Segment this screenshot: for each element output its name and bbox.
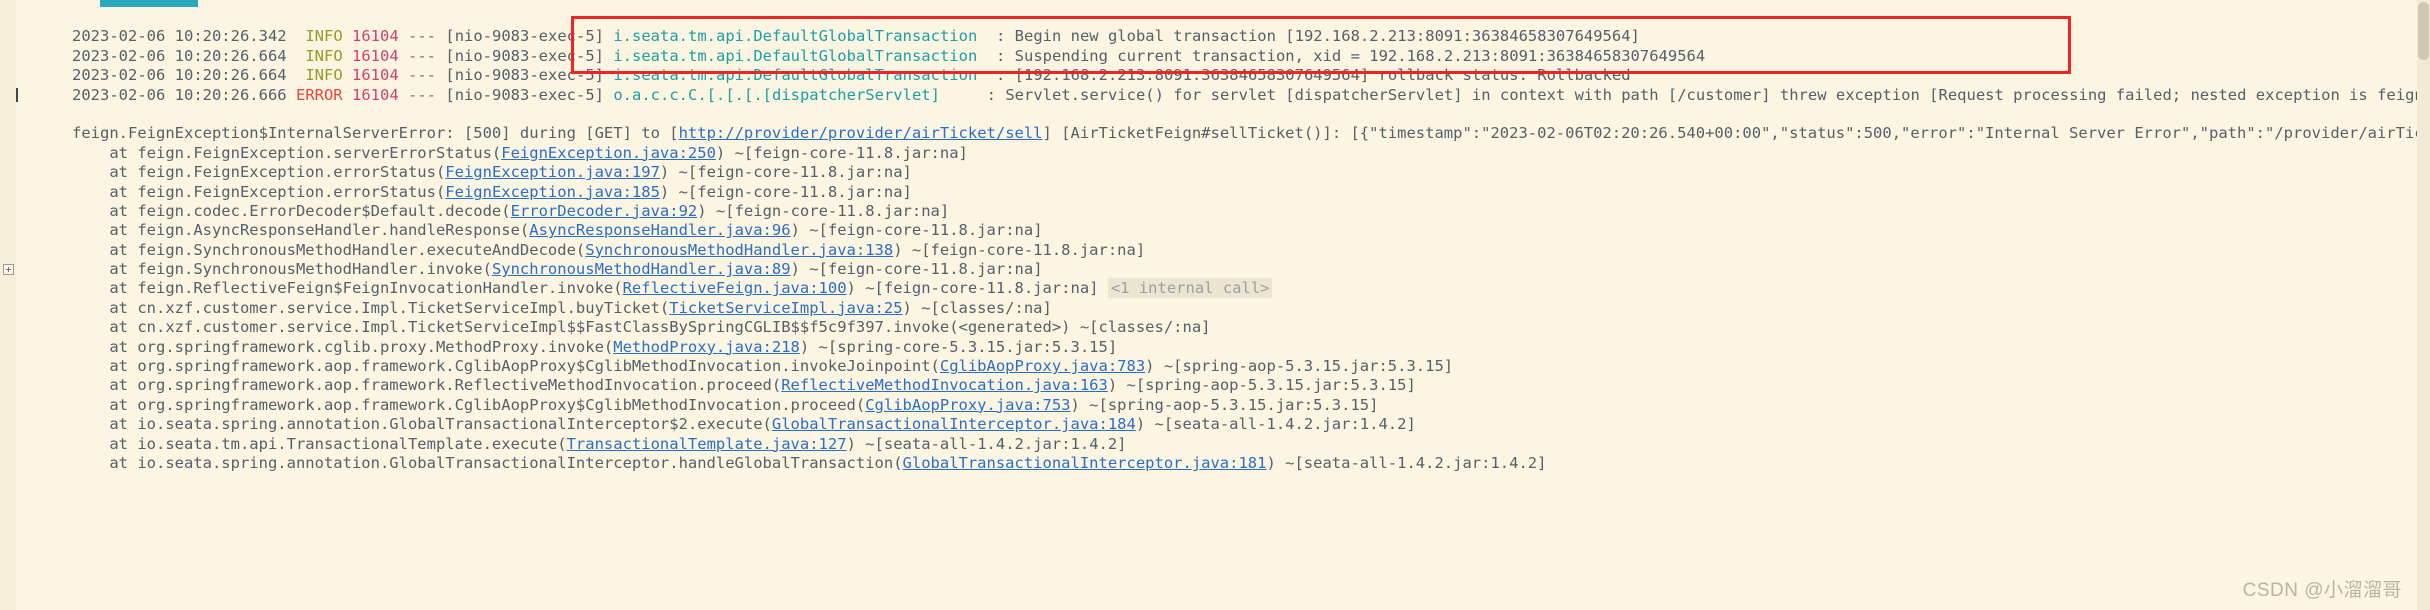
log-line[interactable]: 2023-02-06 10:20:26.664 INFO 16104 --- [… <box>0 27 2430 65</box>
csdn-watermark: CSDN @小溜溜哥 <box>2242 580 2402 601</box>
stack-frame[interactable]: at feign.FeignException.errorStatus(Feig… <box>0 163 2430 201</box>
log-line[interactable]: 2023-02-06 10:20:26.342 INFO 16104 --- [… <box>0 8 2430 45</box>
source-file-link[interactable]: GlobalTransactionalInterceptor.java:181 <box>903 454 1267 472</box>
stack-frame[interactable]: at org.springframework.cglib.proxy.Metho… <box>0 318 2430 356</box>
stack-frame[interactable]: at io.seata.spring.annotation.GlobalTran… <box>0 435 2430 472</box>
stack-frame-expandable[interactable]: at feign.ReflectiveFeign$FeignInvocation… <box>0 260 2430 299</box>
log-line[interactable]: 2023-02-06 10:20:26.664 INFO 16104 --- [… <box>0 47 2430 84</box>
stack-frame[interactable]: at feign.FeignException.serverErrorStatu… <box>0 124 2430 162</box>
stack-frame[interactable]: at cn.xzf.customer.service.Impl.TicketSe… <box>0 299 2430 336</box>
console-log-panel[interactable]: 2023-02-06 10:20:26.342 INFO 16104 --- [… <box>0 0 2430 610</box>
stack-frame[interactable]: at feign.FeignException.errorStatus(Feig… <box>0 144 2430 181</box>
stack-frame[interactable]: at feign.AsyncResponseHandler.handleResp… <box>0 202 2430 239</box>
vertical-scrollbar[interactable] <box>2417 0 2430 610</box>
scrollbar-thumb[interactable] <box>2418 2 2429 60</box>
stack-frame[interactable]: at io.seata.tm.api.TransactionalTemplate… <box>0 415 2430 453</box>
log-output[interactable]: 2023-02-06 10:20:26.342 INFO 16104 --- [… <box>0 0 2430 472</box>
text-caret <box>16 87 18 102</box>
expand-internal-calls-icon[interactable] <box>3 264 14 276</box>
stack-frame[interactable]: at org.springframework.aop.framework.Cgl… <box>0 376 2430 414</box>
exception-header[interactable]: feign.FeignException$InternalServerError… <box>0 105 2430 142</box>
stack-frame[interactable]: at io.seata.spring.annotation.GlobalTran… <box>0 396 2430 433</box>
stack-frame[interactable]: at feign.SynchronousMethodHandler.execut… <box>0 221 2430 259</box>
active-tab-marker <box>100 0 198 7</box>
stack-frame-pre: at io.seata.spring.annotation.GlobalTran… <box>72 454 903 472</box>
log-line-error[interactable]: 2023-02-06 10:20:26.666 ERROR 16104 --- … <box>0 66 2430 104</box>
stack-frame[interactable]: at feign.codec.ErrorDecoder$Default.deco… <box>0 183 2430 220</box>
caret-line[interactable] <box>0 86 2430 105</box>
stack-frame[interactable]: at org.springframework.aop.framework.Ref… <box>0 357 2430 394</box>
stack-frame[interactable]: at feign.SynchronousMethodHandler.invoke… <box>0 241 2430 278</box>
stack-frame[interactable]: at cn.xzf.customer.service.Impl.TicketSe… <box>0 279 2430 317</box>
stack-frame[interactable]: at org.springframework.aop.framework.Cgl… <box>0 338 2430 375</box>
stack-frame-post: ) ~[seata-all-1.4.2.jar:1.4.2] <box>1266 454 1547 472</box>
